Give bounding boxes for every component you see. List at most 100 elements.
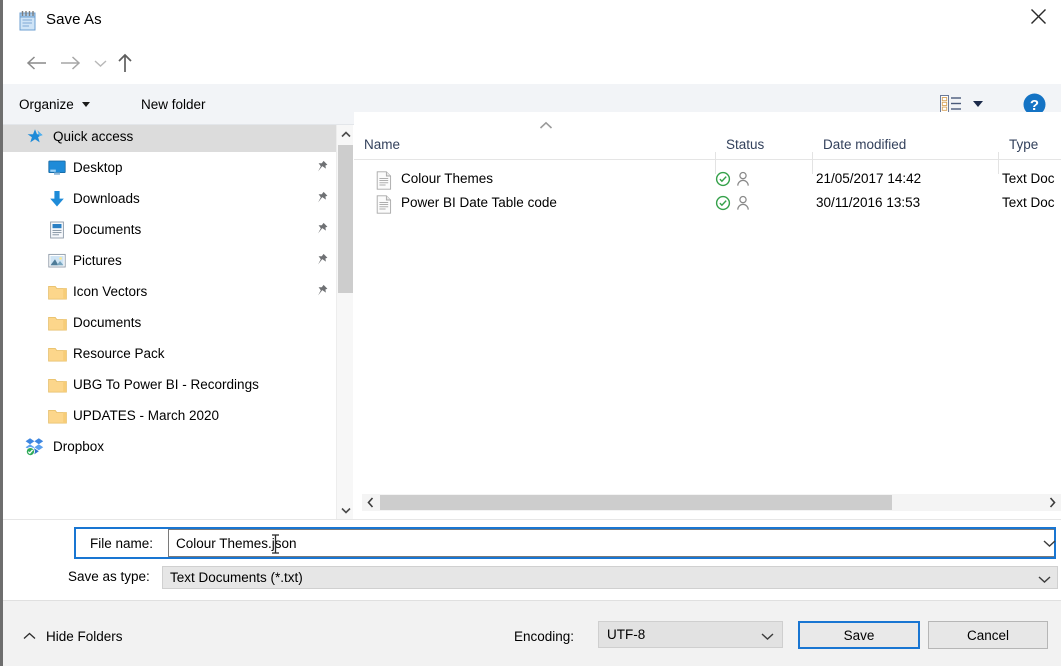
- cancel-button[interactable]: Cancel: [928, 621, 1048, 649]
- hscroll-right-button[interactable]: [1044, 494, 1061, 511]
- file-name-label: File name:: [90, 535, 154, 551]
- save-as-type-combobox[interactable]: Text Documents (*.txt): [162, 566, 1058, 589]
- column-header-type-label: Type: [1009, 137, 1039, 152]
- chevron-down-icon: [761, 633, 774, 640]
- folder-icon: [47, 375, 67, 395]
- chevron-up-icon: [23, 632, 36, 641]
- pin-icon: [318, 253, 328, 265]
- chevron-down-icon: [340, 507, 351, 514]
- encoding-dropdown-icon[interactable]: [761, 629, 774, 644]
- folder-icon: [47, 347, 67, 361]
- file-name-dropdown-button[interactable]: [1040, 532, 1058, 554]
- pictures-icon: [47, 251, 67, 271]
- text-document-icon: [376, 171, 392, 190]
- recent-locations-button[interactable]: [89, 42, 111, 84]
- chevron-up-icon: [539, 121, 553, 129]
- navpane-scrollbar[interactable]: [336, 125, 353, 519]
- column-header-date-modified[interactable]: Date modified: [813, 130, 998, 159]
- sidebar-item-pictures[interactable]: Pictures: [3, 245, 336, 276]
- date-modified-cell: 30/11/2016 13:53: [816, 195, 921, 210]
- chevron-right-icon: [1049, 497, 1056, 508]
- person-icon: [736, 195, 750, 214]
- dialog-footer: Hide Folders Encoding: UTF-8 Save Cancel: [3, 600, 1061, 666]
- save-as-dialog: Save As Organize New folder ? Quick acce…: [0, 0, 1061, 666]
- column-header-name[interactable]: Name: [354, 130, 715, 159]
- sidebar-item-label: Documents: [73, 222, 142, 237]
- sidebar-item-updates-march-2020[interactable]: UPDATES - March 2020: [3, 400, 336, 431]
- navigation-bar: « UPDATES - March 2020 › Resource Pack S…: [3, 42, 1061, 119]
- chevron-down-icon: [81, 101, 90, 107]
- sidebar-item-documents[interactable]: Documents: [3, 307, 336, 338]
- pin-icon[interactable]: [316, 160, 328, 176]
- file-name-row: File name: Colour Themes.json: [74, 527, 1056, 559]
- status-cell: [715, 195, 750, 214]
- text-cursor-ibeam: [269, 533, 282, 558]
- hscroll-left-button[interactable]: [362, 494, 379, 511]
- sidebar-item-label: Downloads: [73, 191, 140, 206]
- desktop-icon: [48, 160, 66, 175]
- column-header-type[interactable]: Type: [999, 130, 1061, 159]
- save-button-label: Save: [843, 627, 875, 643]
- close-button[interactable]: [1015, 0, 1061, 32]
- hide-folders-button[interactable]: Hide Folders: [23, 629, 123, 644]
- save-as-type-label: Save as type:: [68, 569, 150, 584]
- encoding-value: UTF-8: [607, 627, 646, 642]
- save-button[interactable]: Save: [798, 621, 920, 649]
- organize-button[interactable]: Organize: [19, 84, 90, 124]
- pane-divider: [3, 519, 1061, 520]
- forward-button[interactable]: [55, 42, 85, 84]
- organize-label: Organize: [19, 96, 74, 112]
- sidebar-item-dropbox[interactable]: Dropbox: [3, 431, 336, 462]
- desktop-icon: [47, 158, 67, 178]
- folder-icon: [47, 406, 67, 426]
- pin-icon[interactable]: [316, 222, 328, 238]
- sidebar-item-label: Quick access: [53, 129, 134, 144]
- arrow-up-icon: [118, 53, 132, 72]
- save-as-type-row: Save as type: Text Documents (*.txt): [0, 566, 1061, 590]
- sidebar-item-resource-pack[interactable]: Resource Pack: [3, 338, 336, 369]
- pin-icon[interactable]: [316, 253, 328, 269]
- sidebar-item-desktop[interactable]: Desktop: [3, 152, 336, 183]
- sidebar-item-icon-vectors[interactable]: Icon Vectors: [3, 276, 336, 307]
- text-document-icon: [376, 195, 392, 214]
- sidebar-item-label: Resource Pack: [73, 346, 165, 361]
- column-header-date-modified-label: Date modified: [823, 137, 907, 152]
- navpane-scroll-up-button[interactable]: [337, 125, 354, 143]
- text-document-icon: [376, 195, 392, 214]
- folder-icon: [47, 316, 67, 330]
- view-options-caret[interactable]: [973, 101, 983, 107]
- pictures-icon: [48, 253, 66, 267]
- column-header-status-label: Status: [726, 137, 765, 152]
- sidebar-item-ubg-to-power-bi-recordings[interactable]: UBG To Power BI - Recordings: [3, 369, 336, 400]
- column-header-status[interactable]: Status: [716, 130, 812, 159]
- sidebar-item-downloads[interactable]: Downloads: [3, 183, 336, 214]
- new-folder-button[interactable]: New folder: [141, 84, 206, 124]
- date-modified-cell: 21/05/2017 14:42: [816, 171, 922, 186]
- sync-ok-icon: [715, 171, 731, 190]
- save-as-type-dropdown-icon[interactable]: [1038, 572, 1051, 587]
- text-document-icon: [376, 171, 392, 190]
- navpane-scroll-thumb[interactable]: [338, 145, 353, 293]
- table-row[interactable]: Colour Themes 21/05/2017 14:42 Text Doc: [354, 167, 1061, 194]
- sidebar-item-quick-access[interactable]: Quick access: [3, 125, 336, 152]
- back-button[interactable]: [21, 42, 51, 84]
- sidebar-item-documents[interactable]: Documents: [3, 214, 336, 245]
- chevron-down-icon: [1043, 539, 1055, 547]
- new-folder-label: New folder: [141, 96, 206, 112]
- hscroll-thumb[interactable]: [380, 495, 892, 510]
- title-bar: Save As: [3, 0, 1061, 42]
- table-row[interactable]: Power BI Date Table code 30/11/2016 13:53…: [354, 191, 1061, 218]
- file-list-horizontal-scrollbar[interactable]: [362, 494, 1061, 511]
- folder-icon: [47, 378, 67, 392]
- pin-icon[interactable]: [316, 284, 328, 300]
- column-header-name-label: Name: [364, 137, 401, 152]
- encoding-combobox[interactable]: UTF-8: [598, 621, 783, 648]
- up-button[interactable]: [111, 42, 139, 84]
- folder-icon: [47, 344, 67, 364]
- sidebar-item-label: Icon Vectors: [73, 284, 148, 299]
- pin-icon[interactable]: [316, 191, 328, 207]
- dropbox-icon: [25, 437, 45, 457]
- navpane-scroll-down-button[interactable]: [337, 501, 354, 519]
- status-cell: [715, 171, 750, 190]
- file-name-input[interactable]: Colour Themes.json: [168, 529, 1054, 557]
